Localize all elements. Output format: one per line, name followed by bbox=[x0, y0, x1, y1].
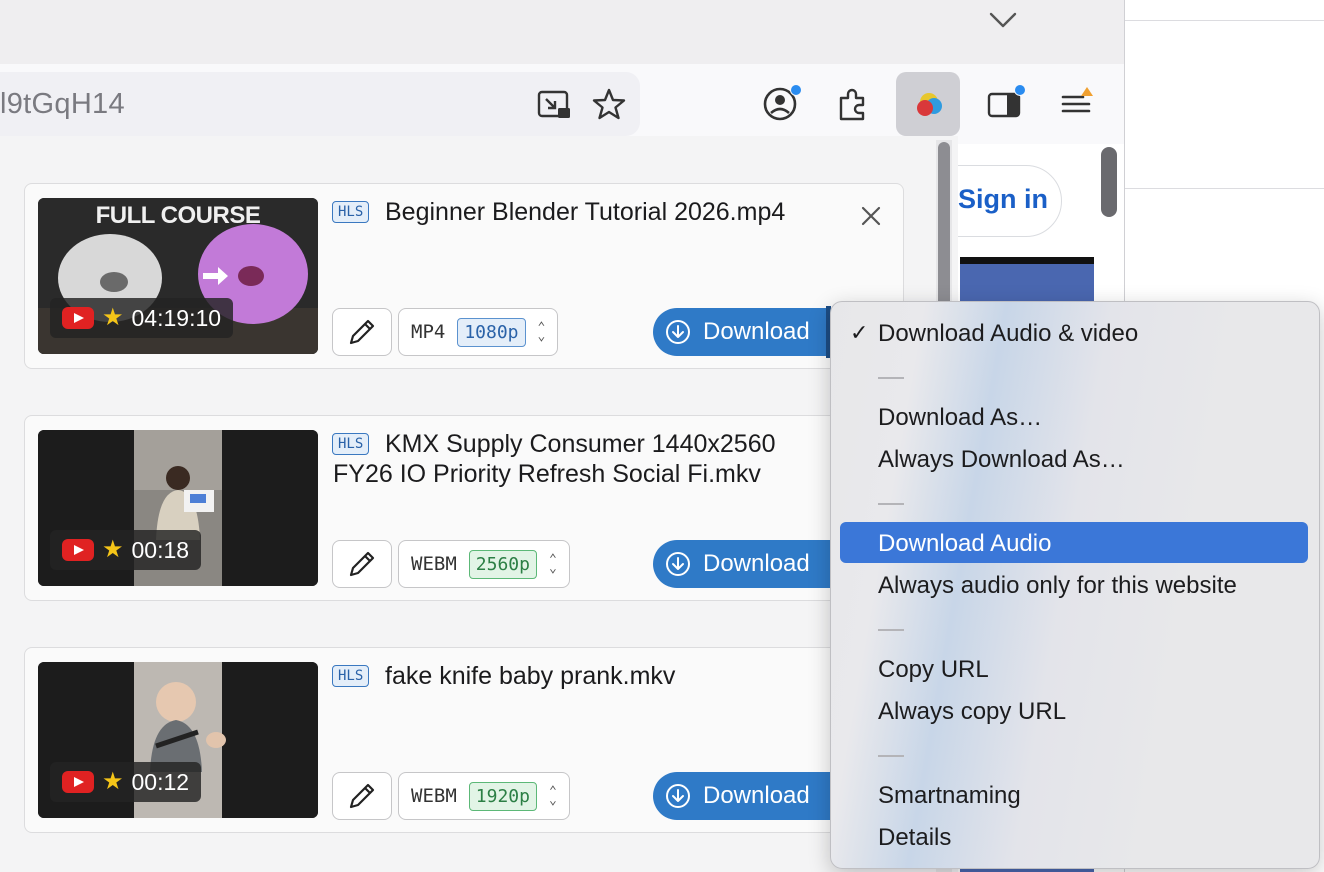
video-info-overlay: ★ 00:12 bbox=[50, 762, 202, 802]
format-label: WEBM bbox=[411, 553, 457, 575]
chevron-down-icon[interactable] bbox=[988, 6, 1018, 34]
youtube-icon bbox=[62, 307, 94, 329]
extensions-icon[interactable] bbox=[831, 82, 875, 126]
menu-item-download-audio-video[interactable]: Download Audio & video bbox=[878, 319, 1138, 349]
menu-item-always-audio-only[interactable]: Always audio only for this website bbox=[878, 571, 1237, 601]
download-button[interactable]: Download bbox=[653, 540, 835, 588]
download-button[interactable]: Download bbox=[653, 772, 835, 820]
menu-item-smartnaming[interactable]: Smartnaming bbox=[878, 781, 1021, 811]
menu-item-download-as[interactable]: Download As… bbox=[878, 403, 1042, 433]
video-info-overlay: ★ 00:18 bbox=[50, 530, 202, 570]
rename-button[interactable] bbox=[332, 772, 392, 820]
tab-strip bbox=[0, 0, 1124, 64]
video-duration: 00:12 bbox=[131, 768, 190, 795]
pencil-icon bbox=[349, 783, 375, 809]
url-text[interactable]: l9tGqH14 bbox=[0, 88, 125, 121]
format-label: MP4 bbox=[411, 321, 446, 343]
picture-in-picture-icon[interactable] bbox=[532, 83, 576, 127]
pencil-icon bbox=[349, 551, 375, 577]
checkmark-icon: ✓ bbox=[850, 320, 869, 345]
menu-separator bbox=[878, 503, 904, 505]
download-label: Download bbox=[703, 318, 810, 345]
page-banner-bar bbox=[960, 257, 1094, 264]
video-duration: 00:18 bbox=[131, 536, 190, 563]
rename-button[interactable] bbox=[332, 540, 392, 588]
download-button[interactable]: Download bbox=[653, 308, 835, 356]
resolution-badge: 1080p bbox=[457, 317, 526, 347]
video-duration: 04:19:10 bbox=[131, 304, 222, 331]
resolution-badge: 1920p bbox=[468, 781, 537, 811]
close-icon[interactable] bbox=[858, 203, 884, 229]
extension-active-icon[interactable] bbox=[906, 82, 950, 126]
menu-item-copy-url[interactable]: Copy URL bbox=[878, 655, 989, 685]
menu-item-details[interactable]: Details bbox=[878, 823, 951, 853]
format-select[interactable]: WEBM 2560p ⌃ ⌄ bbox=[398, 540, 570, 588]
thumbnail-caption: FULL COURSE bbox=[95, 202, 261, 229]
popup-scrollbar-thumb[interactable] bbox=[938, 142, 950, 320]
menu-separator bbox=[878, 629, 904, 631]
menu-item-download-audio[interactable]: Download Audio bbox=[878, 529, 1051, 559]
download-arrow-icon bbox=[666, 784, 690, 808]
select-arrows-icon: ⌃ ⌄ bbox=[548, 552, 557, 576]
video-info-overlay: ★ 04:19:10 bbox=[50, 298, 234, 338]
menu-item-always-download-as[interactable]: Always Download As… bbox=[878, 445, 1125, 475]
menu-item-always-copy-url[interactable]: Always copy URL bbox=[878, 697, 1066, 727]
format-select[interactable]: WEBM 1920p ⌃ ⌄ bbox=[398, 772, 570, 820]
format-label: WEBM bbox=[411, 785, 457, 807]
select-arrows-icon: ⌃ ⌄ bbox=[548, 784, 557, 808]
download-label: Download bbox=[703, 782, 810, 809]
download-arrow-icon bbox=[666, 320, 690, 344]
video-title: KMX Supply Consumer 1440x2560 FY26 IO Pr… bbox=[333, 430, 776, 488]
download-arrow-icon bbox=[666, 552, 690, 576]
resolution-badge: 2560p bbox=[468, 549, 537, 579]
video-title: fake knife baby prank.mkv bbox=[385, 662, 676, 690]
menu-separator bbox=[878, 377, 904, 379]
menu-separator bbox=[878, 755, 904, 757]
select-arrows-icon: ⌃ ⌄ bbox=[537, 320, 546, 344]
notification-dot bbox=[790, 84, 802, 96]
bookmark-star-icon[interactable] bbox=[587, 82, 631, 126]
rename-button[interactable] bbox=[332, 308, 392, 356]
youtube-icon bbox=[62, 539, 94, 561]
notification-dot bbox=[1014, 84, 1026, 96]
star-icon: ★ bbox=[102, 536, 124, 563]
star-icon: ★ bbox=[102, 768, 124, 795]
divider bbox=[1125, 20, 1324, 21]
menu-icon[interactable] bbox=[1054, 82, 1098, 126]
format-select[interactable]: MP4 1080p ⌃ ⌄ bbox=[398, 308, 559, 356]
pencil-icon bbox=[349, 319, 375, 345]
page-scrollbar[interactable] bbox=[1101, 147, 1117, 217]
youtube-icon bbox=[62, 771, 94, 793]
video-title: Beginner Blender Tutorial 2026.mp4 bbox=[385, 198, 786, 226]
divider bbox=[1125, 188, 1324, 189]
sign-in-label[interactable]: Sign in bbox=[958, 184, 1048, 215]
star-icon: ★ bbox=[102, 304, 124, 331]
download-label: Download bbox=[703, 550, 810, 577]
